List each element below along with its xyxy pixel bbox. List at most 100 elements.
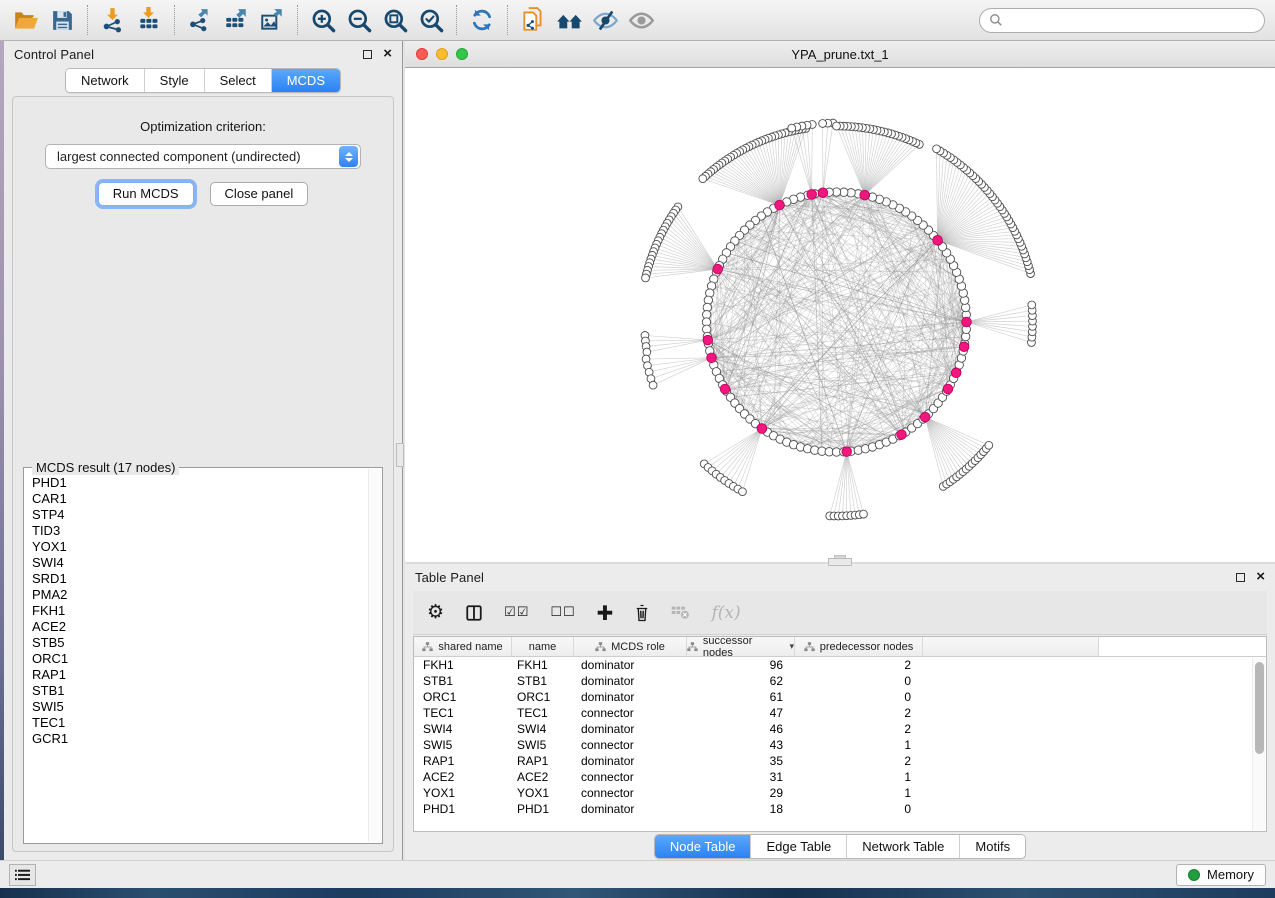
PHD1[interactable]: PHD1 PHD1 dominator 18 0 bbox=[414, 801, 1266, 817]
cell-mcds-role[interactable]: dominator bbox=[574, 722, 687, 736]
mcds-result-item[interactable]: PHD1 bbox=[32, 475, 367, 491]
table-column-header[interactable]: predecessor nodes ▾ bbox=[795, 637, 923, 656]
tab-edge-table[interactable]: Edge Table bbox=[750, 835, 846, 858]
splitter-handle[interactable] bbox=[828, 558, 852, 566]
close-panel-icon[interactable]: × bbox=[383, 49, 392, 59]
TEC1[interactable]: TEC1 TEC1 connector 47 2 bbox=[414, 705, 1266, 721]
search-input[interactable] bbox=[1009, 13, 1255, 27]
maximize-window-icon[interactable] bbox=[456, 48, 468, 60]
memory-button[interactable]: Memory bbox=[1176, 864, 1266, 886]
cell-shared-name[interactable]: STB1 bbox=[414, 674, 512, 688]
cell-successor-nodes[interactable]: 18 bbox=[687, 802, 795, 816]
cell-successor-nodes[interactable]: 61 bbox=[687, 690, 795, 704]
cell-successor-nodes[interactable]: 62 bbox=[687, 674, 795, 688]
cell-name[interactable]: RAP1 bbox=[512, 754, 574, 768]
YOX1[interactable]: YOX1 YOX1 connector 29 1 bbox=[414, 785, 1266, 801]
cell-predecessor-nodes[interactable]: 2 bbox=[795, 658, 923, 672]
result-list-scrollbar[interactable] bbox=[368, 469, 381, 842]
mcds-result-item[interactable]: CAR1 bbox=[32, 491, 367, 507]
close-panel-icon[interactable]: × bbox=[1256, 572, 1265, 582]
cell-shared-name[interactable]: ACE2 bbox=[414, 770, 512, 784]
cell-shared-name[interactable]: SWI5 bbox=[414, 738, 512, 752]
table-column-header[interactable]: MCDS role ▾ bbox=[574, 637, 687, 656]
cell-mcds-role[interactable]: connector bbox=[574, 706, 687, 720]
mcds-result-item[interactable]: STB5 bbox=[32, 635, 367, 651]
import-network-icon[interactable] bbox=[97, 4, 129, 36]
apply-function-icon[interactable]: f(x) bbox=[711, 603, 740, 623]
cell-shared-name[interactable]: YOX1 bbox=[414, 786, 512, 800]
hide-selected-eye-icon[interactable] bbox=[589, 4, 621, 36]
cell-predecessor-nodes[interactable]: 0 bbox=[795, 802, 923, 816]
cell-predecessor-nodes[interactable]: 1 bbox=[795, 786, 923, 800]
tab-select[interactable]: Select bbox=[204, 69, 271, 92]
cell-successor-nodes[interactable]: 47 bbox=[687, 706, 795, 720]
refresh-layout-icon[interactable] bbox=[466, 4, 498, 36]
cell-predecessor-nodes[interactable]: 1 bbox=[795, 770, 923, 784]
zoom-in-icon[interactable] bbox=[307, 4, 339, 36]
mcds-result-list[interactable]: PHD1 CAR1 STP4 TID3 YOX1 SWI4 SRD1 bbox=[32, 475, 367, 841]
table-column-header[interactable]: shared name ▾ bbox=[414, 637, 512, 656]
mcds-result-item[interactable]: STP4 bbox=[32, 507, 367, 523]
tab-mcds[interactable]: MCDS bbox=[271, 69, 340, 92]
cell-name[interactable]: SWI4 bbox=[512, 722, 574, 736]
cell-name[interactable]: ORC1 bbox=[512, 690, 574, 704]
run-mcds-button[interactable]: Run MCDS bbox=[98, 182, 194, 206]
select-all-icon[interactable]: ☑☑ bbox=[504, 605, 529, 620]
mcds-result-item[interactable]: GCR1 bbox=[32, 731, 367, 747]
cell-mcds-role[interactable]: dominator bbox=[574, 674, 687, 688]
mcds-result-item[interactable]: STB1 bbox=[32, 683, 367, 699]
delete-table-icon[interactable] bbox=[671, 605, 690, 620]
cell-successor-nodes[interactable]: 46 bbox=[687, 722, 795, 736]
mcds-result-item[interactable]: PMA2 bbox=[32, 587, 367, 603]
zoom-out-icon[interactable] bbox=[343, 4, 375, 36]
table-scrollbar-thumb[interactable] bbox=[1255, 662, 1264, 754]
mcds-result-item[interactable]: RAP1 bbox=[32, 667, 367, 683]
cell-shared-name[interactable]: RAP1 bbox=[414, 754, 512, 768]
cell-shared-name[interactable]: PHD1 bbox=[414, 802, 512, 816]
open-session-icon[interactable] bbox=[10, 4, 42, 36]
cell-mcds-role[interactable]: connector bbox=[574, 770, 687, 784]
export-image-icon[interactable] bbox=[256, 4, 288, 36]
cell-name[interactable]: SWI5 bbox=[512, 738, 574, 752]
float-panel-icon[interactable] bbox=[363, 50, 372, 59]
horizontal-splitter[interactable] bbox=[405, 562, 1275, 564]
zoom-selected-icon[interactable] bbox=[415, 4, 447, 36]
node-table[interactable]: shared name ▾ name ▾ bbox=[413, 636, 1267, 832]
tab-motifs[interactable]: Motifs bbox=[959, 835, 1025, 858]
cell-name[interactable]: ACE2 bbox=[512, 770, 574, 784]
cell-mcds-role[interactable]: connector bbox=[574, 738, 687, 752]
add-column-icon[interactable]: ✚ bbox=[597, 604, 614, 622]
delete-column-trash-icon[interactable] bbox=[634, 604, 650, 622]
show-all-eye-icon[interactable] bbox=[625, 4, 657, 36]
deselect-all-icon[interactable]: ☐☐ bbox=[550, 605, 575, 620]
cell-mcds-role[interactable]: dominator bbox=[574, 690, 687, 704]
export-table-icon[interactable] bbox=[220, 4, 252, 36]
tab-network-table[interactable]: Network Table bbox=[846, 835, 959, 858]
mcds-result-item[interactable]: YOX1 bbox=[32, 539, 367, 555]
table-settings-gear-icon[interactable]: ⚙ bbox=[427, 603, 444, 622]
cell-shared-name[interactable]: TEC1 bbox=[414, 706, 512, 720]
mcds-result-item[interactable]: TEC1 bbox=[32, 715, 367, 731]
splitter-handle[interactable] bbox=[396, 443, 404, 467]
cell-predecessor-nodes[interactable]: 0 bbox=[795, 690, 923, 704]
STB1[interactable]: STB1 STB1 dominator 62 0 bbox=[414, 673, 1266, 689]
cell-predecessor-nodes[interactable]: 0 bbox=[795, 674, 923, 688]
table-scrollbar[interactable] bbox=[1252, 658, 1265, 830]
mcds-result-item[interactable]: SWI4 bbox=[32, 555, 367, 571]
copy-documents-icon[interactable] bbox=[517, 4, 549, 36]
cell-predecessor-nodes[interactable]: 2 bbox=[795, 754, 923, 768]
SWI5[interactable]: SWI5 SWI5 connector 43 1 bbox=[414, 737, 1266, 753]
search-box[interactable] bbox=[979, 8, 1265, 33]
cell-mcds-role[interactable]: dominator bbox=[574, 658, 687, 672]
cell-successor-nodes[interactable]: 29 bbox=[687, 786, 795, 800]
float-panel-icon[interactable] bbox=[1236, 573, 1245, 582]
FKH1[interactable]: FKH1 FKH1 dominator 96 2 bbox=[414, 657, 1266, 673]
cell-name[interactable]: FKH1 bbox=[512, 658, 574, 672]
mcds-result-item[interactable]: ORC1 bbox=[32, 651, 367, 667]
zoom-fit-icon[interactable] bbox=[379, 4, 411, 36]
mcds-result-item[interactable]: ACE2 bbox=[32, 619, 367, 635]
cell-name[interactable]: STB1 bbox=[512, 674, 574, 688]
cell-successor-nodes[interactable]: 35 bbox=[687, 754, 795, 768]
ACE2[interactable]: ACE2 ACE2 connector 31 1 bbox=[414, 769, 1266, 785]
cell-name[interactable]: YOX1 bbox=[512, 786, 574, 800]
